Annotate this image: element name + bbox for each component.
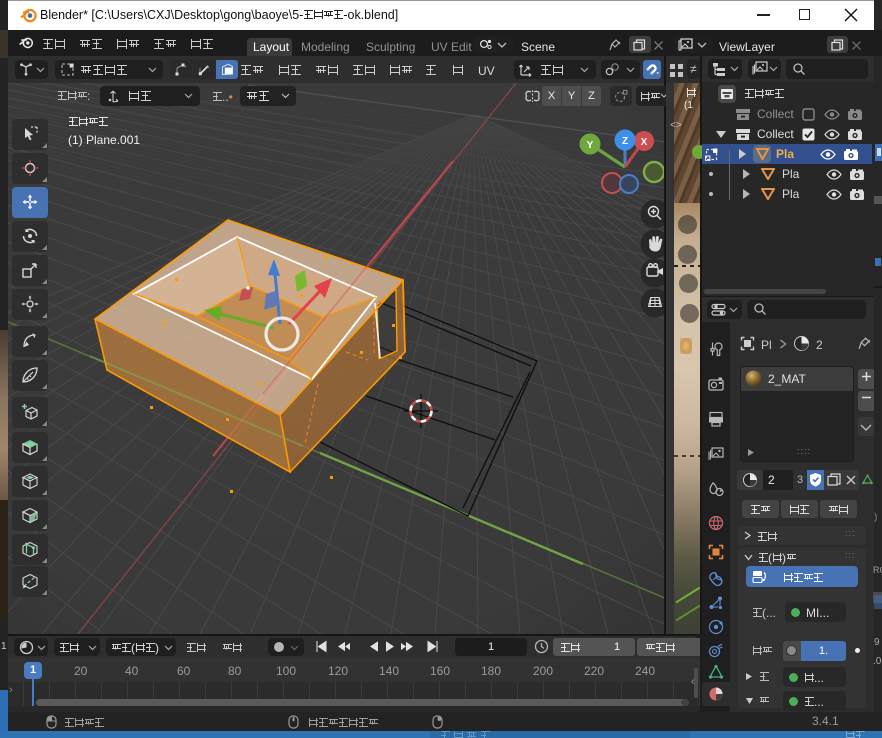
svg-text:Y: Y	[587, 140, 594, 151]
svg-text:Z: Z	[622, 136, 628, 147]
svg-text:X: X	[641, 137, 648, 148]
